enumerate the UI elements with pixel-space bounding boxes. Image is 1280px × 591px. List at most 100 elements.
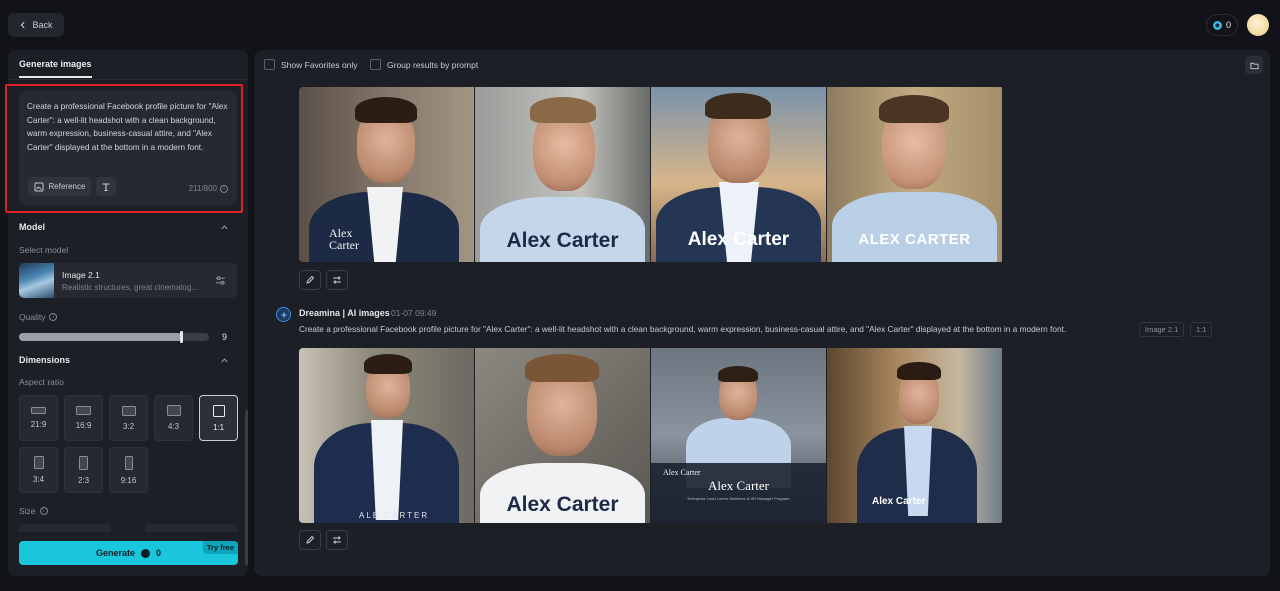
aspect-ratio-label: Aspect ratio (19, 377, 64, 387)
generated-image[interactable]: ALE CARTER (299, 348, 474, 523)
aspect-3-4[interactable]: 3:4 (19, 447, 58, 493)
aspect-9-16[interactable]: 9:16 (109, 447, 148, 493)
subject-hair (525, 354, 599, 382)
subject-hair (355, 97, 417, 123)
aspect-1-1[interactable]: 1:1 (199, 395, 238, 441)
credits-value: 0 (1225, 20, 1231, 30)
subject-hair (718, 366, 758, 382)
generate-button[interactable]: Generate 0 Try free (19, 541, 238, 565)
folder-button[interactable] (1245, 56, 1263, 74)
generate-cost: 0 (156, 548, 162, 558)
model-name: Image 2.1 (62, 270, 100, 280)
credit-coin-icon (141, 548, 150, 558)
image-caption: ALEX CARTER (858, 231, 971, 248)
image-caption: Alex Carter (707, 478, 769, 493)
back-label: Back (32, 20, 53, 30)
back-button[interactable]: Back (8, 13, 64, 37)
credits-badge[interactable]: ◆ 0 (1206, 14, 1238, 36)
prompt-highlight-frame (5, 84, 243, 213)
credit-coin-icon: ◆ (1212, 20, 1222, 30)
generation-time: 01-07 09:49 (391, 308, 437, 318)
pencil-icon (306, 275, 315, 284)
subject-hair (364, 354, 412, 374)
regenerate-button[interactable] (326, 530, 348, 550)
edit-button[interactable] (299, 270, 321, 290)
sparkle-icon (279, 310, 288, 319)
ratio-shape-icon (166, 405, 181, 416)
chevron-up-icon[interactable] (220, 223, 229, 232)
size-option[interactable] (145, 524, 237, 532)
generated-image[interactable]: Alex Carter Alex Carter Enterprise Lead … (651, 348, 826, 523)
size-label: Size i (19, 506, 48, 516)
checkbox[interactable] (264, 59, 275, 70)
image-caption: Alex Carter (329, 226, 359, 252)
sliders-icon[interactable] (215, 275, 226, 286)
edit-button[interactable] (299, 530, 321, 550)
image-batch-2: ALE CARTER Alex Carter Alex Carter Alex … (299, 348, 1004, 523)
image-caption: Alex Carter (872, 496, 926, 507)
quality-slider-fill (19, 333, 182, 341)
subject-hair (530, 97, 596, 123)
aspect-3-2[interactable]: 3:2 (109, 395, 148, 441)
model-description: Realistic structures, great cinematog... (62, 283, 199, 292)
ratio-shape-icon (76, 406, 91, 415)
author-name: Dreamina | AI images (299, 308, 390, 318)
generated-image[interactable]: Alex Carter (475, 87, 650, 262)
subject-hair (705, 93, 771, 119)
model-section-title: Model (19, 222, 45, 232)
ratio-shape-icon (31, 407, 46, 414)
subject-hair (897, 362, 941, 380)
image-batch-1: Alex Carter Alex Carter Alex Carter ALEX… (299, 87, 1004, 262)
generated-image[interactable]: Alex Carter (299, 87, 474, 262)
image-caption-fine: Enterprise Lead Lorem Wellness & HR Mana… (687, 496, 790, 501)
image-caption-small: Alex Carter (663, 468, 701, 477)
size-option[interactable] (19, 524, 111, 532)
generated-image[interactable]: ALEX CARTER (827, 87, 1002, 262)
ratio-shape-icon (212, 404, 225, 417)
info-icon[interactable]: i (39, 507, 48, 515)
regenerate-button[interactable] (326, 270, 348, 290)
folder-icon (1249, 62, 1259, 69)
subject-hair (879, 95, 949, 123)
show-favorites-toggle[interactable]: Show Favorites only (264, 59, 358, 70)
generate-label: Generate (95, 548, 135, 558)
model-tag: Image 2.1 (1139, 322, 1185, 337)
ratio-shape-icon (124, 455, 133, 470)
image-caption: Alex Carter (506, 493, 619, 516)
model-selector[interactable]: Image 2.1 Realistic structures, great ci… (19, 263, 237, 298)
checkbox[interactable] (370, 59, 381, 70)
subject-shirt (832, 192, 997, 262)
repeat-icon (333, 536, 341, 544)
image-caption: ALE CARTER (359, 511, 430, 520)
sidebar-scrollbar[interactable] (245, 410, 248, 565)
ratio-shape-icon (33, 456, 44, 469)
group-by-prompt-toggle[interactable]: Group results by prompt (370, 59, 478, 70)
chevron-left-icon (21, 21, 26, 29)
results-panel: Show Favorites only Group results by pro… (254, 50, 1270, 576)
try-free-badge: Try free (202, 541, 238, 554)
avatar[interactable] (1247, 14, 1269, 36)
image-caption: Alex Carter (687, 229, 790, 250)
generated-image[interactable]: Alex Carter (651, 87, 826, 262)
tab-divider (8, 79, 248, 80)
subject-shirt (371, 420, 403, 520)
aspect-21-9[interactable]: 21:9 (19, 395, 58, 441)
quality-slider-thumb[interactable] (180, 331, 183, 343)
ratio-tag: 1:1 (1190, 322, 1213, 337)
quality-value: 9 (222, 332, 228, 342)
quality-label: Quality i (19, 312, 58, 322)
ratio-shape-icon (121, 405, 136, 416)
aspect-16-9[interactable]: 16:9 (64, 395, 103, 441)
chevron-up-icon[interactable] (220, 356, 229, 365)
image-caption: Alex Carter (506, 229, 619, 252)
ratio-shape-icon (79, 455, 88, 470)
aspect-2-3[interactable]: 2:3 (64, 447, 103, 493)
repeat-icon (333, 276, 341, 284)
dimensions-section-title: Dimensions (19, 355, 71, 365)
aspect-4-3[interactable]: 4:3 (154, 395, 193, 441)
generated-image[interactable]: Alex Carter (827, 348, 1002, 523)
quality-slider[interactable] (19, 331, 209, 343)
generated-image[interactable]: Alex Carter (475, 348, 650, 523)
tab-generate-images[interactable]: Generate images (19, 59, 92, 78)
info-icon[interactable]: i (49, 313, 58, 321)
